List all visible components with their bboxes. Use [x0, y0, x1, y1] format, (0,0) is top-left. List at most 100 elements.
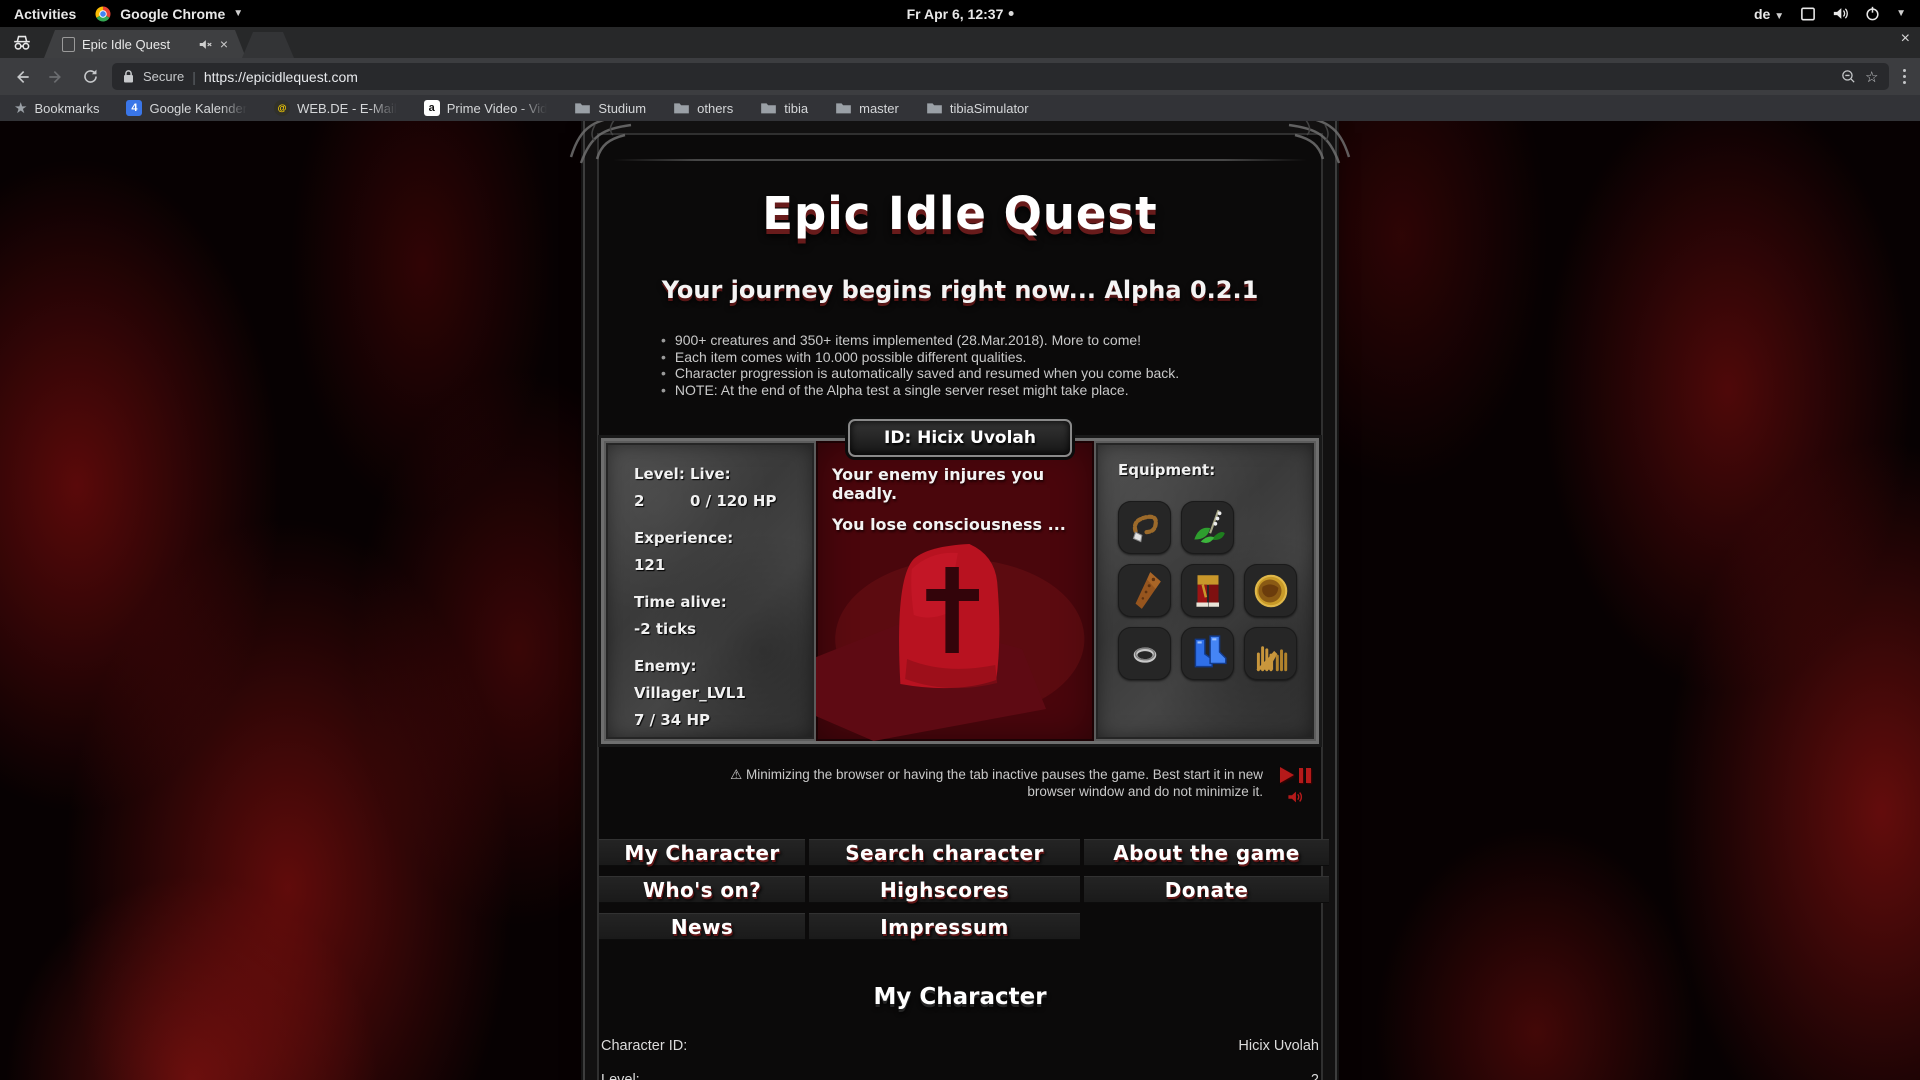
sound-icon[interactable] [1286, 789, 1305, 805]
folder-icon [674, 103, 689, 114]
calendar-icon: 4 [126, 100, 143, 116]
app-menu[interactable]: Google Chrome ▼ [94, 5, 243, 23]
menu-news[interactable]: News [599, 913, 805, 940]
time-alive-label: Time alive: [634, 593, 727, 611]
equipment-header: Equipment: [1118, 461, 1216, 479]
back-button[interactable] [10, 65, 34, 89]
play-icon[interactable] [1279, 767, 1294, 783]
equipment-grid [1118, 501, 1316, 680]
tombstone-image [816, 544, 1085, 741]
bookmarks-manager[interactable]: ★ Bookmarks [14, 99, 99, 117]
bookmark-label: Prime Video - Vid [446, 100, 548, 116]
star-icon: ★ [14, 100, 28, 117]
feature-item: Each item comes with 10.000 possible dif… [661, 349, 1321, 366]
app-menu-label: Google Chrome [120, 5, 226, 22]
bookmark-webde[interactable]: @ WEB.DE - E-Mail [274, 100, 397, 116]
row-label: Character ID: [601, 1038, 688, 1054]
menu-whos-on[interactable]: Who's on? [599, 876, 805, 903]
row-value: Hicix Uvolah [1238, 1038, 1319, 1054]
bookmark-label: Bookmarks [34, 100, 100, 116]
bookmark-folder-tibiasimulator[interactable]: tibiaSimulator [926, 101, 1029, 116]
clock[interactable]: Fr Apr 6, 12:37 [907, 6, 1014, 22]
menu-about-the-game[interactable]: About the game [1084, 839, 1329, 866]
bookmark-folder-others[interactable]: others [673, 101, 733, 116]
bookmark-label: tibia [784, 100, 809, 116]
game-panel: ID: Hicix Uvolah Level: Live: 2 0 / 120 HP… [601, 419, 1319, 744]
section-heading: My Character [873, 984, 1047, 1010]
browser-tab[interactable]: Epic Idle Quest × [44, 30, 246, 58]
url-separator: | [192, 68, 196, 85]
menu-my-character[interactable]: My Character [599, 839, 805, 866]
zoom-out-icon[interactable] [1840, 68, 1857, 85]
tab-title: Epic Idle Quest [82, 36, 171, 52]
enemy-name: Villager_LVL1 [634, 684, 746, 702]
incognito-icon [14, 35, 30, 50]
menu-donate[interactable]: Donate [1084, 876, 1329, 903]
tab-strip: Epic Idle Quest × × [0, 27, 1920, 58]
page-subtitle: Your journey begins right now... Alpha 0… [661, 276, 1259, 304]
folder-icon [761, 103, 777, 114]
bookmark-google-kalender[interactable]: 4 Google Kalender [126, 100, 247, 116]
equipment-slot-legs[interactable] [1181, 564, 1234, 617]
character-row: Character ID: Hicix Uvolah [601, 1038, 1319, 1055]
bookmark-label: master [859, 100, 899, 116]
keyboard-layout-indicator[interactable]: de ▼ [1754, 6, 1784, 22]
bookmark-folder-tibia[interactable]: tibia [760, 101, 808, 116]
pause-icon[interactable] [1298, 767, 1311, 783]
back-icon [17, 70, 29, 83]
bookmark-label: Google Kalender [149, 100, 248, 116]
equipment-slot-club[interactable] [1118, 564, 1171, 617]
equipment-slot-ring[interactable] [1118, 627, 1171, 680]
enemy-hp: 7 / 34 HP [634, 711, 711, 729]
tab-close-button[interactable]: × [220, 37, 228, 51]
row-label: Level: [601, 1072, 640, 1080]
bookmark-prime-video[interactable]: a Prime Video - Vid [423, 100, 548, 116]
display-icon [1801, 7, 1816, 20]
forward-button[interactable] [44, 65, 68, 89]
legs-icon [1195, 574, 1219, 607]
bookmark-star-icon[interactable]: ☆ [1865, 68, 1878, 86]
equipment-slot-herb[interactable] [1181, 501, 1234, 554]
folder-icon [575, 103, 591, 114]
bookmark-label: others [697, 100, 734, 116]
url-bar[interactable]: Secure | https://epicidlequest.com ☆ [112, 63, 1889, 90]
equipment-slot-shield[interactable] [1244, 564, 1297, 617]
club-icon [1135, 571, 1161, 609]
activities-button[interactable]: Activities [14, 6, 76, 22]
character-id-badge: ID: Hicix Uvolah [848, 419, 1072, 457]
chevron-down-icon: ▼ [1896, 8, 1906, 19]
equipment-slot-boots[interactable] [1181, 627, 1234, 680]
page-favicon-icon [62, 37, 75, 52]
level-label: Level: [634, 465, 685, 483]
chevron-down-icon: ▼ [1774, 10, 1785, 22]
feature-item: Character progression is automatically s… [661, 365, 1321, 382]
clock-label: Fr Apr 6, 12:37 [906, 5, 1004, 22]
bookmarks-bar: ★ Bookmarks 4 Google Kalender @ WEB.DE -… [0, 95, 1920, 121]
system-tray[interactable]: de ▼ ▼ [1754, 6, 1920, 22]
menu-highscores[interactable]: Highscores [809, 876, 1080, 903]
power-icon [1866, 6, 1879, 21]
feature-list: 900+ creatures and 350+ items implemente… [661, 332, 1321, 398]
enemy-label: Enemy: [634, 657, 697, 675]
reload-button[interactable] [78, 65, 102, 89]
folder-icon [836, 103, 851, 114]
live-label: Live: [690, 465, 731, 483]
gloves-icon [1255, 645, 1287, 671]
equipment-slot-gloves[interactable] [1244, 627, 1297, 680]
window-close-button[interactable]: × [1901, 31, 1910, 47]
amazon-icon: a [423, 100, 440, 116]
browser-menu-button[interactable] [1899, 68, 1911, 85]
bookmark-folder-studium[interactable]: Studium [574, 101, 646, 116]
bookmark-folder-master[interactable]: master [835, 101, 899, 116]
menu-search-character[interactable]: Search character [809, 839, 1080, 866]
page-title: Epic Idle Quest [762, 187, 1158, 240]
gnome-top-bar: Activities Google Chrome ▼ Fr Apr 6, 12:… [0, 0, 1920, 27]
keyboard-layout-label: de [1753, 5, 1771, 22]
character-details: Character ID: Hicix Uvolah Level: 2 Expe… [601, 1038, 1319, 1080]
menu-impressum[interactable]: Impressum [809, 913, 1080, 940]
tab-audio-muted-icon[interactable] [198, 38, 213, 51]
forward-icon [49, 70, 61, 83]
new-tab-button[interactable] [242, 32, 294, 58]
equipment-slot-amulet[interactable] [1118, 501, 1171, 554]
lock-icon [124, 70, 133, 83]
